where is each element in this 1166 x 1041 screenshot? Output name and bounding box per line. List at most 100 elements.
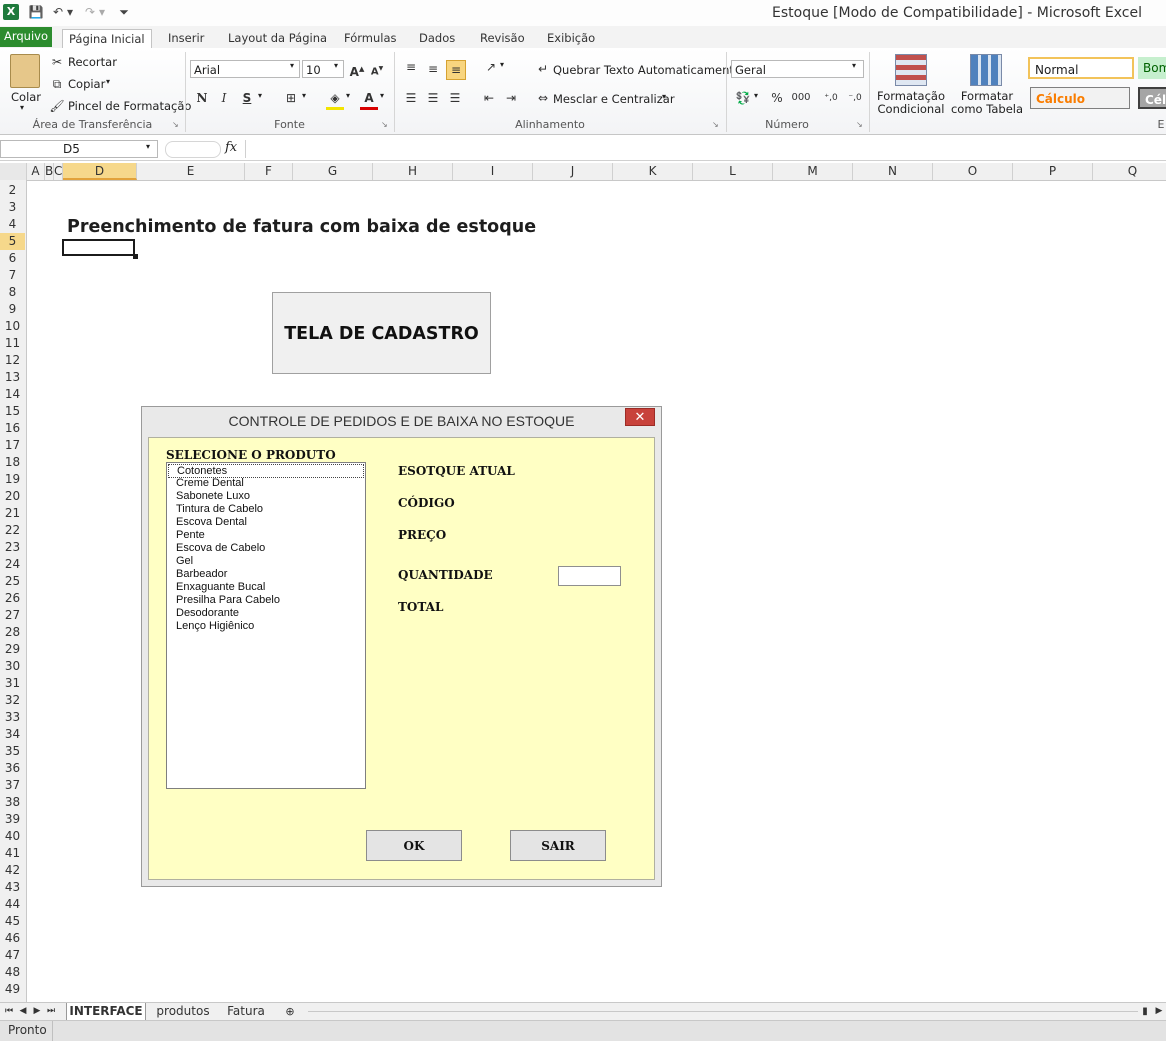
- tab-revisao[interactable]: Revisão: [474, 29, 531, 48]
- column-header[interactable]: H: [373, 163, 453, 180]
- fill-color-dropdown-icon[interactable]: ▾: [346, 91, 350, 100]
- column-header[interactable]: N: [853, 163, 933, 180]
- row-header[interactable]: 10: [0, 318, 25, 335]
- name-box-dropdown-icon[interactable]: ▾: [146, 142, 150, 151]
- row-header[interactable]: 3: [0, 199, 25, 216]
- currency-dropdown-icon[interactable]: ▾: [754, 91, 758, 100]
- font-name-select[interactable]: Arial: [190, 60, 300, 78]
- redo-dropdown-icon[interactable]: ▾: [98, 4, 106, 20]
- align-center-icon[interactable]: ☰: [424, 89, 442, 107]
- product-list-item[interactable]: Escova de Cabelo: [176, 542, 265, 555]
- column-header[interactable]: I: [453, 163, 533, 180]
- column-header[interactable]: L: [693, 163, 773, 180]
- clipboard-launcher-icon[interactable]: ↘: [172, 120, 179, 129]
- row-header[interactable]: 49: [0, 981, 25, 998]
- merge-center-icon[interactable]: ⇔: [534, 89, 552, 107]
- increase-decimal-icon[interactable]: ⁺,0: [822, 89, 840, 107]
- font-color-dropdown-icon[interactable]: ▾: [380, 91, 384, 100]
- column-header[interactable]: E: [137, 163, 245, 180]
- name-box[interactable]: D5 ▾: [0, 140, 158, 158]
- row-header[interactable]: 47: [0, 947, 25, 964]
- redo-icon[interactable]: ↷: [82, 4, 98, 20]
- percent-button[interactable]: %: [768, 89, 786, 107]
- row-header[interactable]: 18: [0, 454, 25, 471]
- sheet-tab-fatura[interactable]: Fatura: [222, 1003, 270, 1020]
- product-list-item[interactable]: Pente: [176, 529, 205, 542]
- excel-app-icon[interactable]: X: [3, 4, 19, 20]
- wrap-text-icon[interactable]: ↵: [534, 60, 552, 78]
- tab-exibicao[interactable]: Exibição: [541, 29, 601, 48]
- column-header[interactable]: A: [27, 163, 45, 180]
- row-header[interactable]: 35: [0, 743, 25, 760]
- row-header[interactable]: 20: [0, 488, 25, 505]
- row-header[interactable]: 33: [0, 709, 25, 726]
- product-list-item[interactable]: Enxaguante Bucal: [176, 581, 265, 594]
- save-icon[interactable]: 💾: [28, 4, 44, 20]
- scroll-left-icon[interactable]: ▮: [1140, 1003, 1150, 1020]
- row-header[interactable]: 15: [0, 403, 25, 420]
- style-calculation[interactable]: Cálculo: [1030, 87, 1130, 109]
- row-header[interactable]: 4: [0, 216, 25, 233]
- paste-button-label[interactable]: Colar: [11, 90, 41, 104]
- column-header[interactable]: B: [45, 163, 54, 180]
- first-sheet-icon[interactable]: ⏮: [4, 1003, 14, 1020]
- row-header[interactable]: 26: [0, 590, 25, 607]
- conditional-formatting-button[interactable]: Formatação Condicional: [877, 90, 945, 116]
- product-list-item[interactable]: Presilha Para Cabelo: [176, 594, 280, 607]
- wrap-text-button[interactable]: Quebrar Texto Automaticamente: [553, 63, 741, 77]
- font-size-dropdown-icon[interactable]: ▾: [334, 61, 338, 70]
- increase-indent-icon[interactable]: ⇥: [502, 89, 520, 107]
- align-right-icon[interactable]: ☰: [446, 89, 464, 107]
- row-header[interactable]: 48: [0, 964, 25, 981]
- format-painter-button[interactable]: Pincel de Formatação: [68, 99, 191, 113]
- align-middle-icon[interactable]: ≡: [424, 60, 442, 78]
- number-launcher-icon[interactable]: ↘: [856, 120, 863, 129]
- alignment-launcher-icon[interactable]: ↘: [712, 120, 719, 129]
- merge-dropdown-icon[interactable]: ▾: [662, 92, 666, 101]
- row-header[interactable]: 24: [0, 556, 25, 573]
- row-header[interactable]: 38: [0, 794, 25, 811]
- product-list-item[interactable]: Lenço Higiênico: [176, 620, 254, 633]
- row-header[interactable]: 37: [0, 777, 25, 794]
- align-top-icon[interactable]: ≡: [402, 58, 420, 76]
- paste-dropdown-icon[interactable]: ▾: [20, 103, 24, 112]
- style-normal[interactable]: Normal: [1028, 57, 1134, 79]
- tab-inserir[interactable]: Inserir: [162, 29, 210, 48]
- copy-icon[interactable]: ⧉: [48, 75, 66, 93]
- font-name-dropdown-icon[interactable]: ▾: [290, 61, 294, 70]
- insert-sheet-icon[interactable]: ⊕: [280, 1003, 300, 1020]
- scroll-right-icon[interactable]: ▶: [1154, 1003, 1164, 1020]
- format-painter-icon[interactable]: 🖌: [48, 97, 66, 115]
- grow-font-icon[interactable]: A▲: [348, 60, 366, 79]
- orientation-icon[interactable]: ↗: [482, 58, 500, 76]
- column-header[interactable]: K: [613, 163, 693, 180]
- tab-arquivo[interactable]: Arquivo: [0, 27, 52, 47]
- product-listbox[interactable]: Cotonetes Creme Dental Sabonete Luxo Tintur…: [166, 462, 366, 789]
- column-header[interactable]: F: [245, 163, 293, 180]
- row-header[interactable]: 19: [0, 471, 25, 488]
- row-header[interactable]: 30: [0, 658, 25, 675]
- borders-icon[interactable]: ⊞: [282, 89, 300, 107]
- style-good[interactable]: Bom: [1138, 57, 1166, 79]
- row-header[interactable]: 22: [0, 522, 25, 539]
- row-header[interactable]: 41: [0, 845, 25, 862]
- row-header[interactable]: 14: [0, 386, 25, 403]
- row-header[interactable]: 28: [0, 624, 25, 641]
- row-header[interactable]: 42: [0, 862, 25, 879]
- horizontal-scrollbar-track[interactable]: [308, 1011, 1138, 1012]
- row-header[interactable]: 46: [0, 930, 25, 947]
- select-all-corner[interactable]: [0, 163, 27, 180]
- product-list-item[interactable]: Gel: [176, 555, 193, 568]
- exit-button[interactable]: SAIR: [510, 830, 606, 861]
- column-header[interactable]: C: [54, 163, 63, 180]
- undo-dropdown-icon[interactable]: ▾: [66, 4, 74, 20]
- row-header[interactable]: 44: [0, 896, 25, 913]
- orientation-dropdown-icon[interactable]: ▾: [500, 60, 504, 69]
- column-header[interactable]: G: [293, 163, 373, 180]
- row-header[interactable]: 39: [0, 811, 25, 828]
- prev-sheet-icon[interactable]: ◀: [18, 1003, 28, 1020]
- number-format-select[interactable]: Geral: [731, 60, 864, 78]
- row-header[interactable]: 9: [0, 301, 25, 318]
- underline-dropdown-icon[interactable]: ▾: [258, 91, 262, 100]
- row-header[interactable]: 2: [0, 182, 25, 199]
